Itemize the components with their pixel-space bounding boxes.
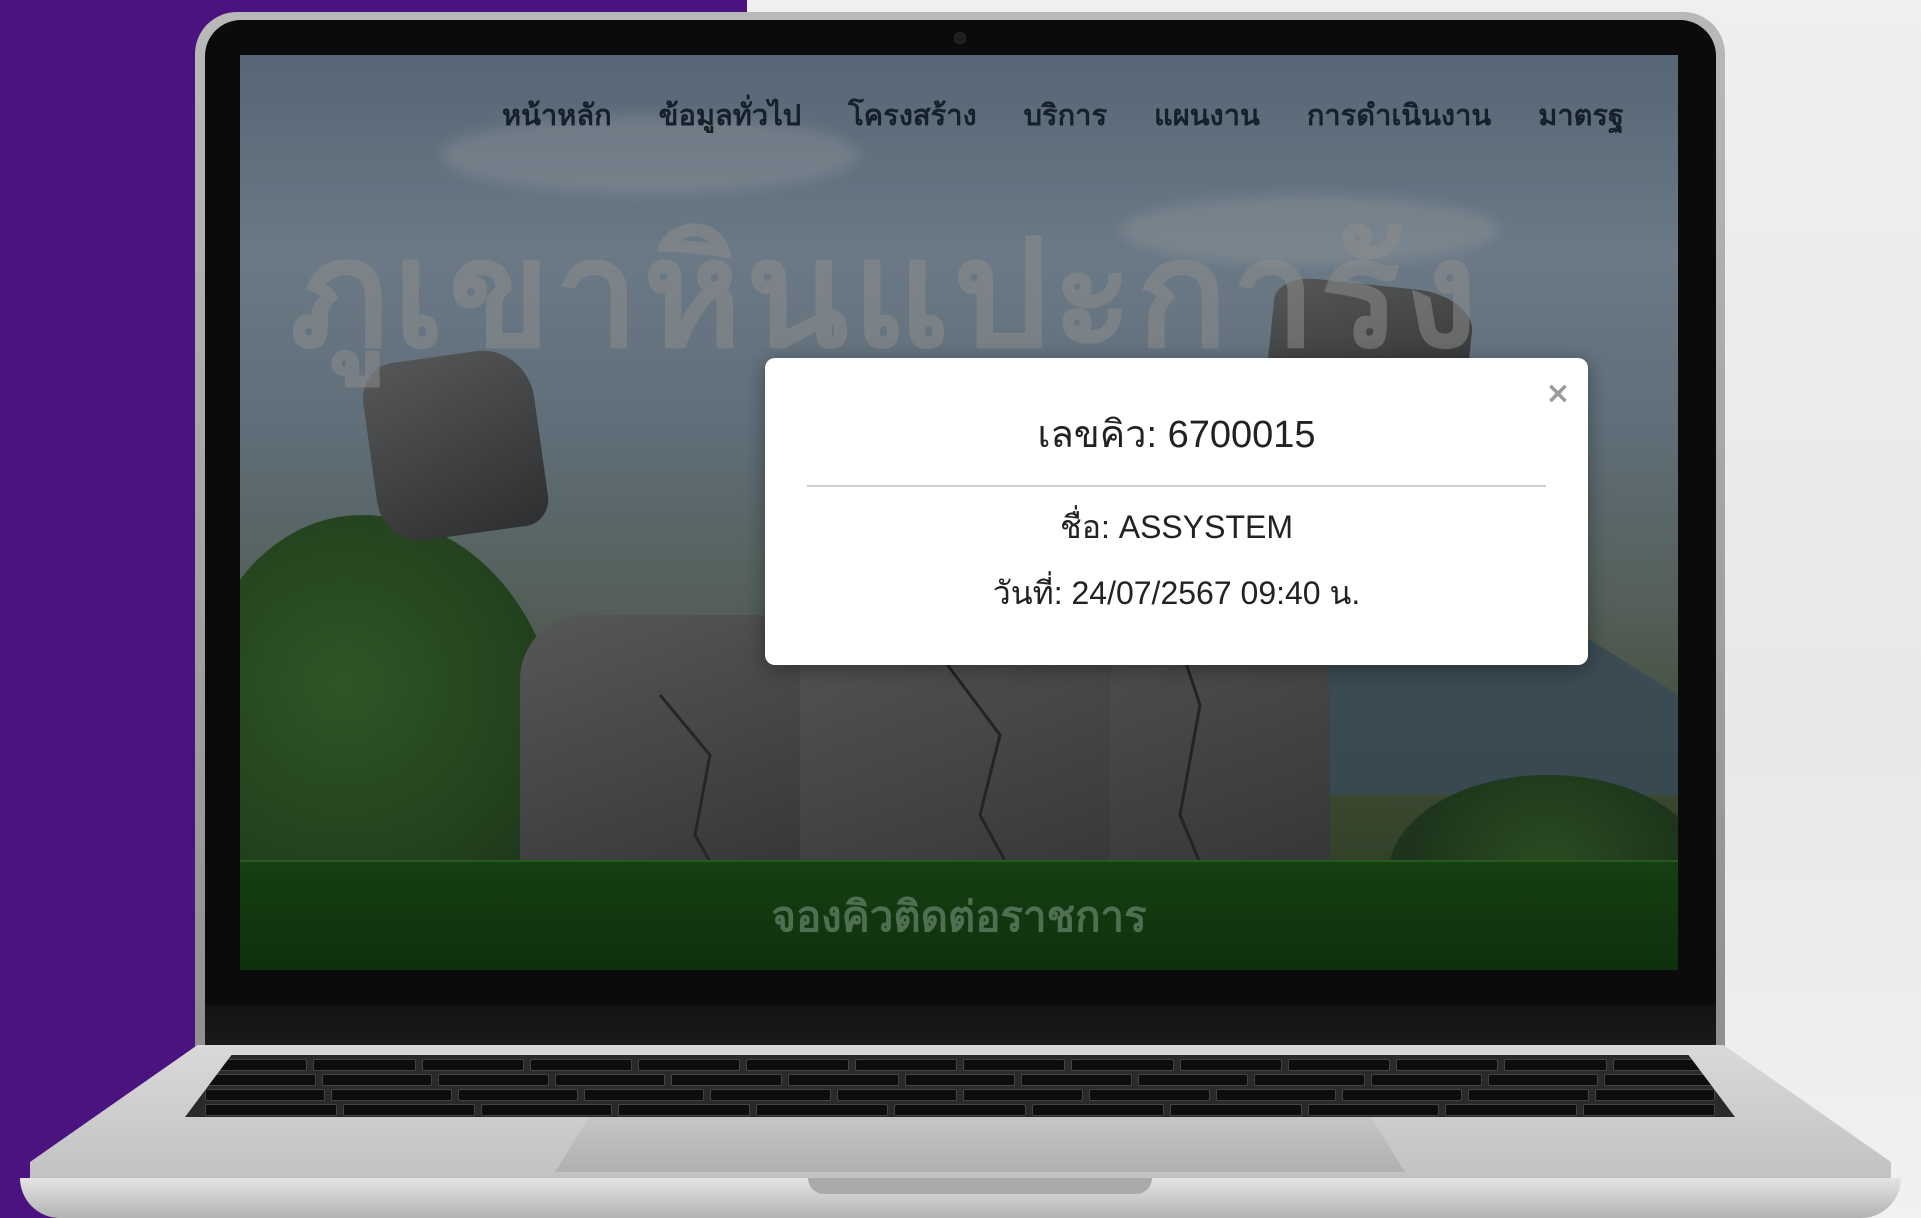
queue-name: ชื่อ: ASSYSTEM	[1060, 509, 1293, 545]
keyboard-row	[185, 1059, 1735, 1071]
keyboard-row	[185, 1089, 1735, 1101]
modal-divider	[807, 485, 1546, 487]
laptop-notch	[808, 1178, 1152, 1194]
nav-item-services[interactable]: บริการ	[1024, 85, 1107, 145]
laptop-hinge	[205, 1005, 1716, 1045]
keyboard	[185, 1055, 1735, 1117]
nav-item-general-info[interactable]: ข้อมูลทั่วไป	[659, 85, 802, 145]
booking-label[interactable]: จองคิวติดต่อราชการ	[240, 884, 1678, 950]
booking-band: จองคิวติดต่อราชการ	[240, 860, 1678, 970]
queue-date: วันที่: 24/07/2567 09:40 น.	[992, 575, 1361, 611]
keyboard-row	[185, 1074, 1735, 1086]
top-navigation: หน้าหลัก ข้อมูลทั่วไป โครงสร้าง บริการ แ…	[240, 85, 1678, 145]
nav-item-plans[interactable]: แผนงาน	[1154, 85, 1260, 145]
nav-item-operations[interactable]: การดำเนินงาน	[1307, 85, 1491, 145]
trackpad	[555, 1117, 1405, 1172]
nav-item-home[interactable]: หน้าหลัก	[502, 85, 612, 145]
queue-number: เลขคิว: 6700015	[1037, 414, 1316, 456]
nav-item-standards[interactable]: มาตรฐ	[1538, 85, 1624, 145]
camera-icon	[954, 32, 966, 44]
queue-modal: × เลขคิว: 6700015 ชื่อ: ASSYSTEM วันที่:…	[765, 358, 1588, 665]
laptop-screen: ภูเขาหินแปะการัง หน้าหลัก ข้อมูลทั่วไป โ…	[240, 55, 1678, 970]
nav-item-structure[interactable]: โครงสร้าง	[848, 85, 976, 145]
keyboard-row	[185, 1104, 1735, 1116]
